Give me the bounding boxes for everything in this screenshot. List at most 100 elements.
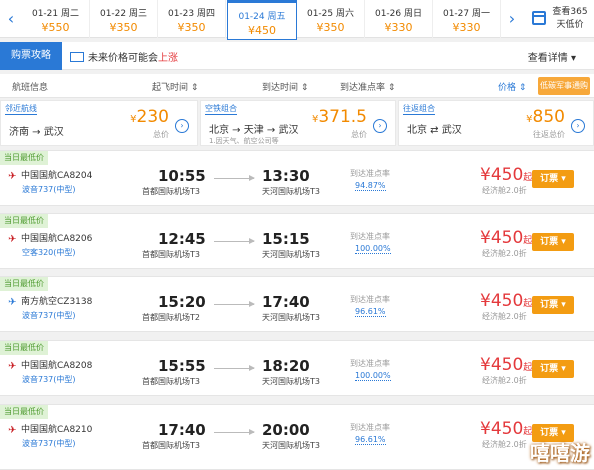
arrive-time: 15:15 [262,230,310,248]
depart-airport: 首都国际机场T3 [142,187,200,196]
combo-tag: 往返组合 [403,104,435,115]
book-button[interactable]: 订票 ▾ [532,360,574,378]
sort-price[interactable]: 价格 ⇕ [498,80,526,93]
flight-arrow-icon [214,238,255,244]
air-china-logo-icon: ✈ [8,425,17,436]
chevron-right-icon[interactable]: › [373,119,387,133]
next-dates-arrow-icon[interactable]: › [501,0,523,38]
prev-dates-arrow-icon[interactable]: ‹ [0,0,22,38]
ontime-label: 到达准点率 [350,232,390,241]
calendar-label: 查看365天低价 [552,7,588,30]
aircraft-type[interactable]: 波音737(中型) [22,438,76,449]
book-button[interactable]: 订票 ▾ [532,170,574,188]
ontime-label: 到达准点率 [350,295,390,304]
combo-tag: 邻近航线 [5,104,37,115]
date-price: ¥330 [384,21,413,34]
airline: ✈ 中国国航CA8208 [8,361,93,372]
lowest-price-badge: 当日最低价 [0,341,48,355]
arrive-airport: 天河国际机场T3 [262,187,320,196]
date-label: 01-22 周三 [99,9,147,19]
date-label: 01-21 周二 [31,9,79,19]
col-flight-info: 航班信息 [12,83,49,93]
flight-price: ¥450起 [480,228,533,248]
ontime-rate[interactable]: 96.61% [355,435,386,445]
notice-button[interactable]: 低碳军事通购 [538,77,590,95]
aircraft-type[interactable]: 波音737(中型) [22,374,76,385]
date-price: ¥350 [316,21,345,34]
flight-row[interactable]: 当日最低价 ✈ 中国国航CA8208 波音737(中型) 15:55 首都国际机场… [0,340,594,396]
date-label: 01-27 周一 [442,9,490,19]
sort-ontime-rate[interactable]: 到达准点率 ⇕ [340,80,395,93]
combo-card-air-rail[interactable]: 空铁组合 北京 → 天津 → 武汉 1.因天气、航空公司等 ¥371.5 总价 … [200,100,396,146]
combo-price: ¥230 [130,107,169,127]
flight-price: ¥450起 [480,165,533,185]
flight-price: ¥450起 [480,355,533,375]
trend-text: 未来价格可能会 [88,53,158,64]
flight-row[interactable]: 当日最低价 ✈ 南方航空CZ3138 波音737(中型) 15:20 首都国际机场… [0,276,594,332]
trend-up-text: 上涨 [158,53,178,64]
date-price: ¥450 [248,24,276,37]
date-tab[interactable]: 01-26 周日 ¥330 [365,0,433,38]
flight-row[interactable]: 当日最低价 ✈ 中国国航CA8204 波音737(中型) 10:55 首都国际机场… [0,150,594,206]
arrive-time: 18:20 [262,357,310,375]
price-trend: 未来价格可能会上涨 [70,49,178,64]
ontime-rate[interactable]: 94.87% [355,181,386,191]
date-tab-selected[interactable]: 01-24 周五 ¥450 [227,0,297,40]
combo-card-nearby[interactable]: 邻近航线 济南 → 武汉 ¥230 总价 › [0,100,198,146]
flight-row[interactable]: 当日最低价 ✈ 中国国航CA8210 波音737(中型) 17:40 首都国际机场… [0,404,594,470]
arrive-time: 20:00 [262,421,310,439]
date-tab[interactable]: 01-21 周二 ¥550 [22,0,90,38]
aircraft-type[interactable]: 空客320(中型) [22,247,76,258]
china-southern-logo-icon: ✈ [8,297,17,308]
tab-ticket-guide[interactable]: 购票攻略 [0,42,62,70]
date-tab[interactable]: 01-25 周六 ¥350 [297,0,365,38]
depart-airport: 首都国际机场T2 [142,313,200,322]
depart-time: 10:55 [158,167,206,185]
chevron-right-icon[interactable]: › [571,119,585,133]
book-button[interactable]: 订票 ▾ [532,296,574,314]
ontime-rate[interactable]: 100.00% [355,244,391,254]
ontime-rate[interactable]: 96.61% [355,307,386,317]
ontime-label: 到达准点率 [350,423,390,432]
tips-bar: 购票攻略 未来价格可能会上涨 查看详情 ▾ [0,42,594,70]
date-tab[interactable]: 01-27 周一 ¥330 [433,0,501,38]
watermark-logo: 嘻嘻游 [530,441,590,465]
combo-options: 邻近航线 济南 → 武汉 ¥230 总价 › 空铁组合 北京 → 天津 → 武汉… [0,100,594,146]
depart-time: 12:45 [158,230,206,248]
flight-row[interactable]: 当日最低价 ✈ 中国国航CA8206 空客320(中型) 12:45 首都国际机场… [0,213,594,269]
aircraft-type[interactable]: 波音737(中型) [22,184,76,195]
combo-route: 济南 → 武汉 [9,127,64,138]
calendar-lowprice-button[interactable]: 查看365天低价 [524,0,594,38]
air-china-logo-icon: ✈ [8,361,17,372]
combo-card-roundtrip[interactable]: 往返组合 北京 ⇄ 武汉 ¥850 往返总价 › [398,100,594,146]
date-bar: ‹ 01-21 周二 ¥550 01-22 周三 ¥350 01-23 周四 ¥… [0,0,594,40]
trend-chart-icon [70,52,84,62]
date-price: ¥330 [452,21,481,34]
view-details-link[interactable]: 查看详情 ▾ [528,49,576,64]
air-china-logo-icon: ✈ [8,234,17,245]
flight-arrow-icon [214,365,255,371]
combo-total-label: 往返总价 [533,130,565,139]
ontime-rate[interactable]: 100.00% [355,371,391,381]
date-label: 01-25 周六 [306,9,354,19]
cabin-class: 经济舱2.0折 [482,376,527,385]
date-tab[interactable]: 01-23 周四 ¥350 [158,0,226,38]
flight-price: ¥450起 [480,291,533,311]
combo-total-label: 总价 [153,130,169,139]
combo-route: 北京 → 天津 → 武汉 [209,125,299,136]
date-label: 01-26 周日 [374,9,422,19]
book-button[interactable]: 订票 ▾ [532,233,574,251]
arrive-airport: 天河国际机场T3 [262,377,320,386]
sort-arrive-time[interactable]: 到达时间 ⇕ [262,80,308,93]
sort-depart-time[interactable]: 起飞时间 ⇕ [152,80,198,93]
arrive-airport: 天河国际机场T3 [262,250,320,259]
aircraft-type[interactable]: 波音737(中型) [22,310,76,321]
date-tab[interactable]: 01-22 周三 ¥350 [90,0,158,38]
chevron-right-icon[interactable]: › [175,119,189,133]
lowest-price-badge: 当日最低价 [0,405,48,419]
depart-time: 15:20 [158,293,206,311]
flight-arrow-icon [214,429,255,435]
ontime-label: 到达准点率 [350,359,390,368]
airline: ✈ 中国国航CA8210 [8,425,93,436]
calendar-icon [532,11,546,25]
